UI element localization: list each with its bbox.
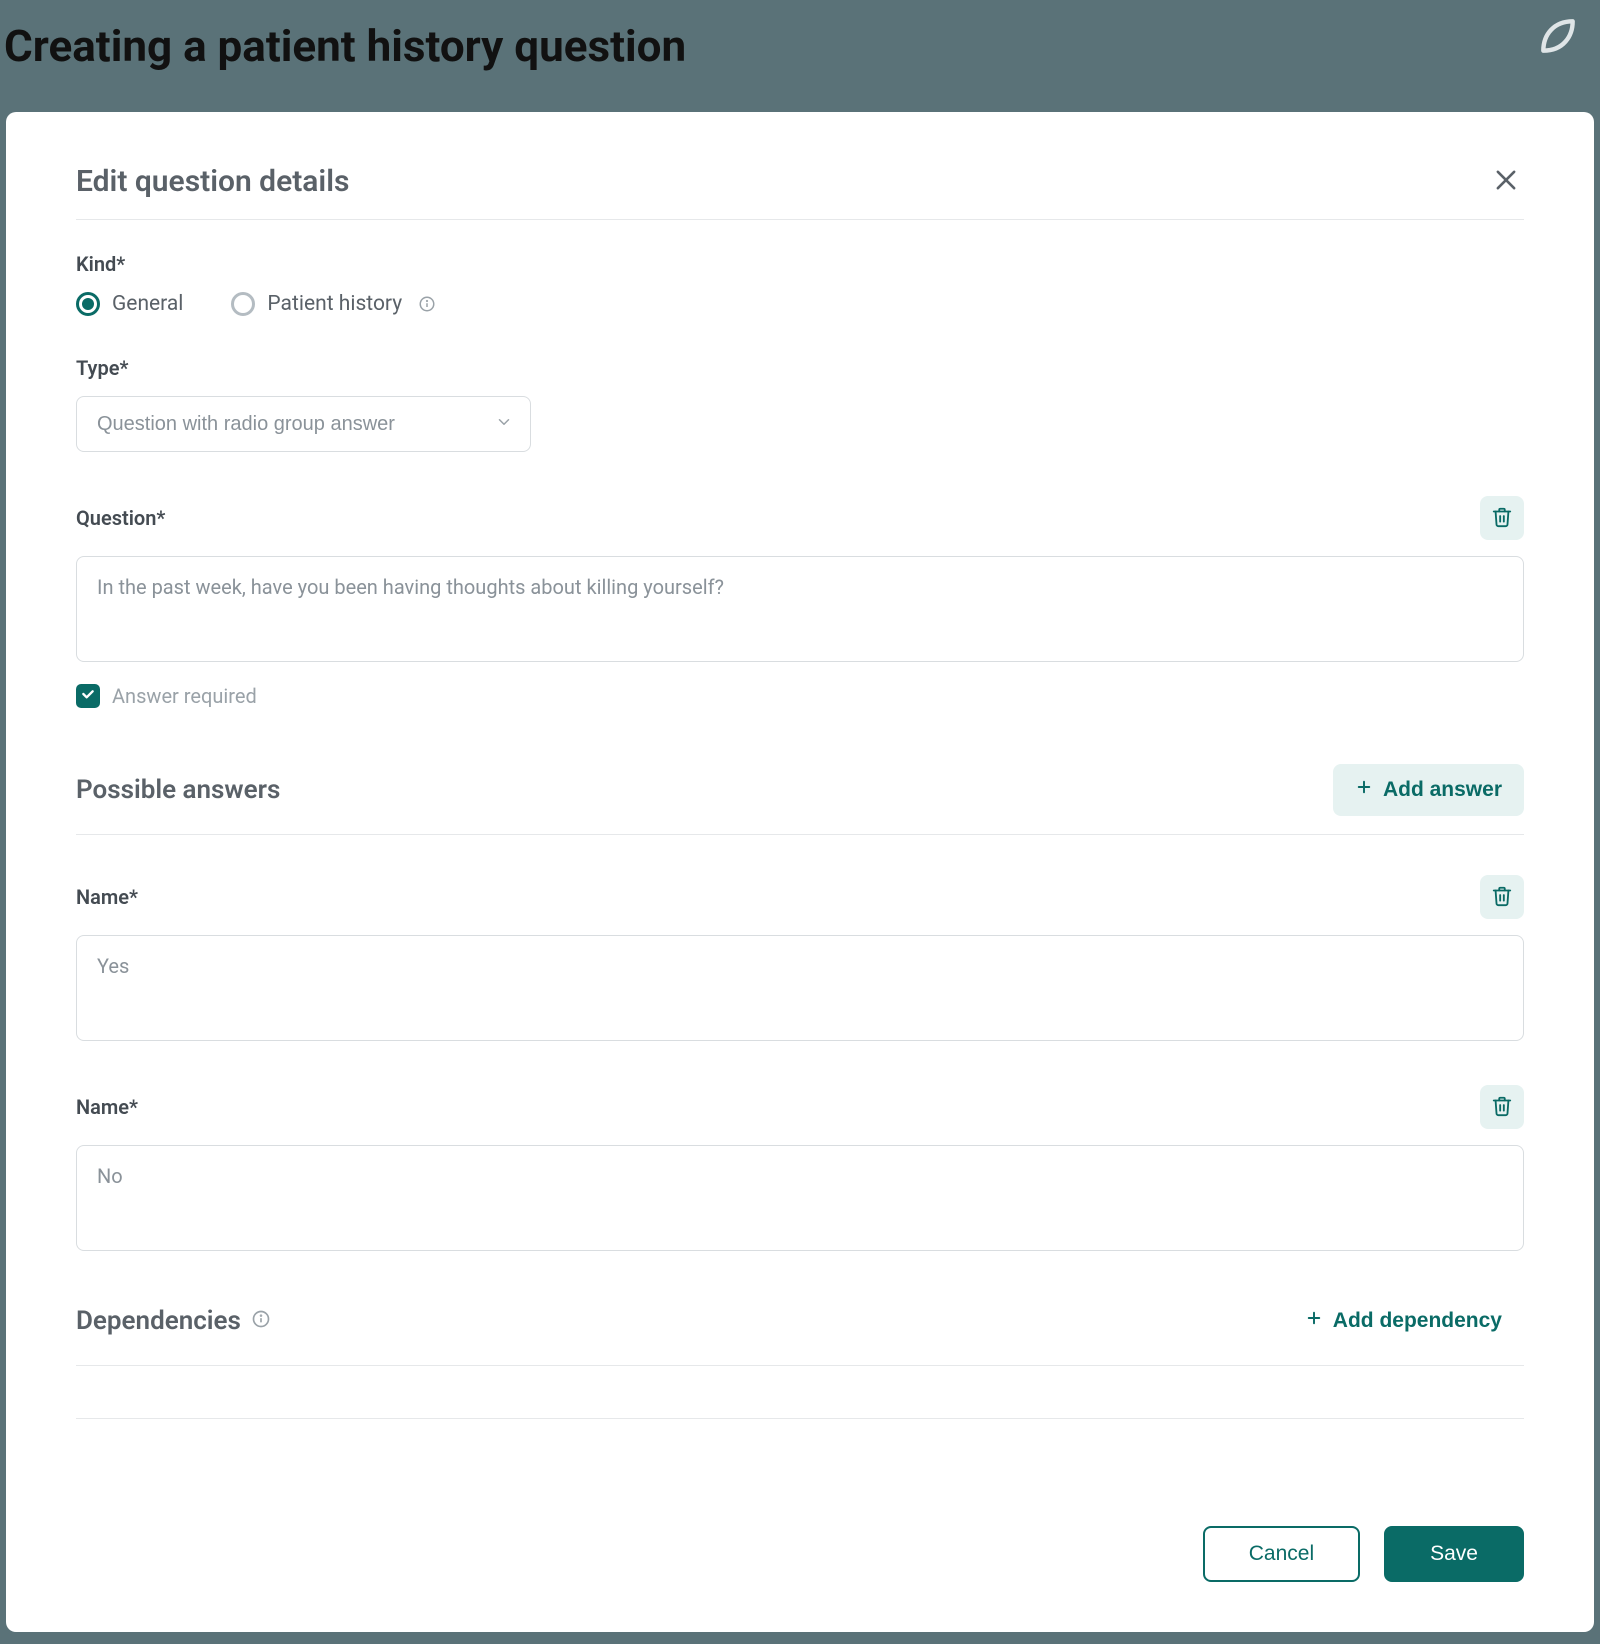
- answer-item-0: Name*: [76, 875, 1524, 1045]
- type-select-wrap: Question with radio group answer: [76, 396, 531, 452]
- modal-footer: Cancel Save: [76, 1496, 1524, 1582]
- kind-radio-general[interactable]: General: [76, 292, 183, 316]
- answer-name-input[interactable]: [76, 935, 1524, 1041]
- answer-name-input[interactable]: [76, 1145, 1524, 1251]
- page-title: Creating a patient history question: [0, 20, 1600, 72]
- kind-radio-patient-history[interactable]: Patient history: [231, 292, 436, 316]
- add-dependency-button[interactable]: Add dependency: [1283, 1295, 1524, 1347]
- radio-selected-icon: [76, 292, 100, 316]
- check-icon: [80, 686, 96, 706]
- dependencies-divider: [76, 1418, 1524, 1419]
- dependencies-title: Dependencies: [76, 1306, 271, 1336]
- info-icon[interactable]: [418, 295, 436, 313]
- page-header: Creating a patient history question: [0, 0, 1600, 112]
- plus-icon: [1355, 778, 1373, 802]
- question-label-row: Question*: [76, 496, 1524, 540]
- edit-question-modal: Edit question details Kind* General Pati…: [6, 112, 1594, 1632]
- cancel-button[interactable]: Cancel: [1203, 1526, 1360, 1582]
- answer-required-row: Answer required: [76, 684, 1524, 708]
- delete-question-button[interactable]: [1480, 496, 1524, 540]
- trash-icon: [1491, 885, 1513, 910]
- info-icon[interactable]: [251, 1306, 271, 1336]
- close-button[interactable]: [1488, 162, 1524, 201]
- trash-icon: [1491, 506, 1513, 531]
- possible-answers-title: Possible answers: [76, 775, 280, 805]
- dependencies-header: Dependencies Add dependency: [76, 1295, 1524, 1366]
- kind-radio-general-label: General: [112, 292, 183, 316]
- plus-icon: [1305, 1309, 1323, 1333]
- type-select[interactable]: Question with radio group answer: [76, 396, 531, 452]
- question-textarea[interactable]: [76, 556, 1524, 662]
- type-label: Type*: [76, 356, 1524, 380]
- close-icon: [1492, 182, 1520, 197]
- save-button[interactable]: Save: [1384, 1526, 1524, 1582]
- kind-radio-patient-history-label: Patient history: [267, 292, 402, 316]
- delete-answer-button[interactable]: [1480, 1085, 1524, 1129]
- modal-title: Edit question details: [76, 164, 349, 199]
- kind-radio-group: General Patient history: [76, 292, 1524, 316]
- answer-required-checkbox[interactable]: [76, 684, 100, 708]
- answer-item-1: Name*: [76, 1085, 1524, 1255]
- possible-answers-header: Possible answers Add answer: [76, 764, 1524, 835]
- answer-name-label: Name*: [76, 1095, 138, 1119]
- answer-required-label: Answer required: [112, 684, 257, 708]
- question-label: Question*: [76, 506, 165, 530]
- add-answer-label: Add answer: [1383, 778, 1502, 802]
- dependencies-title-text: Dependencies: [76, 1306, 241, 1336]
- kind-label: Kind*: [76, 252, 1524, 276]
- leaf-logo-icon: [1536, 14, 1580, 62]
- answer-name-label: Name*: [76, 885, 138, 909]
- add-answer-button[interactable]: Add answer: [1333, 764, 1524, 816]
- add-dependency-label: Add dependency: [1333, 1309, 1502, 1333]
- dependencies-section: Dependencies Add dependency: [76, 1295, 1524, 1419]
- modal-header: Edit question details: [76, 162, 1524, 220]
- trash-icon: [1491, 1095, 1513, 1120]
- radio-unselected-icon: [231, 292, 255, 316]
- delete-answer-button[interactable]: [1480, 875, 1524, 919]
